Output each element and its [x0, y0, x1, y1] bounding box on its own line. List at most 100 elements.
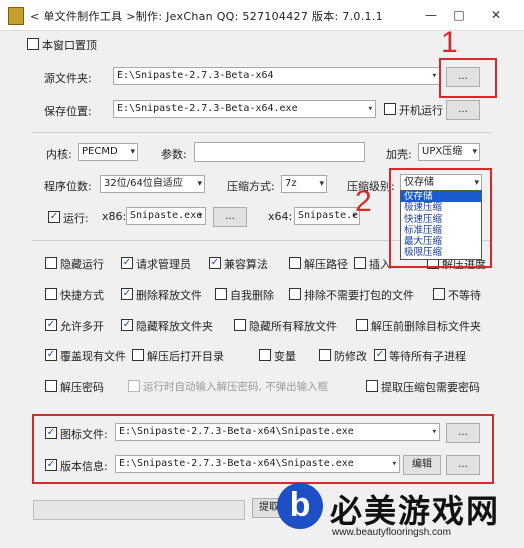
x86-label: x86: [102, 210, 127, 223]
save-value: E:\Snipaste-2.7.3-Beta-x64.exe [117, 103, 298, 114]
option-checkbox-19[interactable]: ✓ [374, 349, 386, 361]
save-browse-button[interactable]: ... [446, 100, 480, 120]
save-label: 保存位置: [44, 105, 92, 118]
kernel-label: 内核: [46, 148, 72, 161]
minimize-button[interactable]: — [420, 6, 442, 24]
option-checkbox-11[interactable]: ✓ [45, 319, 57, 331]
chevron-down-icon: ▾ [197, 211, 203, 221]
x64-label: x64: [268, 210, 293, 223]
option-checkbox-18[interactable] [319, 349, 331, 361]
option-checkbox-21[interactable] [128, 380, 140, 392]
chevron-down-icon: ▾ [472, 147, 477, 157]
option-label-15: 覆盖现有文件 [60, 350, 126, 363]
version-info-edit-button[interactable]: 编辑 [403, 455, 441, 475]
close-button[interactable]: ✕ [485, 6, 507, 24]
annotation-number-1: 1 [441, 26, 458, 59]
option-checkbox-3[interactable] [289, 257, 301, 269]
annotation-box-1 [439, 58, 497, 98]
source-combo[interactable]: E:\Snipaste-2.7.3-Beta-x64 ▾ [113, 67, 440, 85]
option-checkbox-17[interactable] [259, 349, 271, 361]
option-label-10: 不等待 [448, 289, 481, 302]
option-label-9: 排除不需要打包的文件 [304, 289, 414, 302]
option-label-0: 隐藏运行 [60, 258, 104, 271]
option-label-1: 请求管理员 [136, 258, 191, 271]
chevron-down-icon: ▾ [319, 179, 324, 189]
progress-bar [33, 500, 245, 520]
compress-method-label: 压缩方式: [227, 180, 275, 193]
option-label-20: 解压密码 [60, 381, 104, 394]
option-checkbox-10[interactable] [433, 288, 445, 300]
icon-file-value: E:\Snipaste-2.7.3-Beta-x64\Snipaste.exe [119, 426, 354, 437]
option-label-16: 解压后打开目录 [147, 350, 224, 363]
version-info-label: 版本信息: [60, 460, 108, 473]
icon-file-label: 图标文件: [60, 428, 108, 441]
version-info-value: E:\Snipaste-2.7.3-Beta-x64\Snipaste.exe [119, 458, 354, 469]
x86-combo[interactable]: Snipaste.exe ▾ [126, 207, 206, 225]
icon-file-checkbox[interactable]: ✓ [45, 427, 57, 439]
chevron-down-icon: ▾ [367, 104, 373, 114]
bits-value: 32位/64位自适应 [104, 178, 183, 189]
x64-combo[interactable]: Snipaste.exe ▾ [294, 207, 360, 225]
version-info-browse-button[interactable]: ... [446, 455, 480, 475]
kernel-combo[interactable]: PECMD ▾ [78, 143, 138, 161]
option-label-4: 插入 [369, 258, 391, 271]
option-label-11: 允许多开 [60, 320, 104, 333]
startup-checkbox[interactable] [384, 103, 396, 115]
chevron-down-icon: ▾ [431, 427, 437, 437]
option-checkbox-8[interactable] [215, 288, 227, 300]
option-label-14: 解压前删除目标文件夹 [371, 320, 481, 333]
window-title: < 单文件制作工具 >制作: JexChan QQ: 527104427 版本:… [30, 10, 383, 23]
option-checkbox-1[interactable]: ✓ [121, 257, 133, 269]
source-label: 源文件夹: [44, 72, 92, 85]
startup-label: 开机运行 [399, 104, 443, 117]
topmost-label: 本窗口置顶 [42, 39, 97, 52]
option-label-3: 解压路径 [304, 258, 348, 271]
option-checkbox-22[interactable] [366, 380, 378, 392]
option-label-17: 变量 [274, 350, 296, 363]
run-label: 运行: [63, 212, 89, 225]
option-checkbox-6[interactable] [45, 288, 57, 300]
shell-value: UPX压缩 [422, 146, 463, 157]
compress-method-combo[interactable]: 7z ▾ [281, 175, 327, 193]
option-checkbox-0[interactable] [45, 257, 57, 269]
bits-combo[interactable]: 32位/64位自适应 ▾ [100, 175, 205, 193]
icon-file-browse-button[interactable]: ... [446, 423, 480, 443]
option-label-12: 隐藏释放文件夹 [136, 320, 213, 333]
watermark-logo: b [277, 483, 323, 529]
topmost-checkbox[interactable] [27, 38, 39, 50]
option-label-8: 自我删除 [230, 289, 274, 302]
option-checkbox-2[interactable]: ✓ [209, 257, 221, 269]
version-info-combo[interactable]: E:\Snipaste-2.7.3-Beta-x64\Snipaste.exe … [115, 455, 400, 473]
option-checkbox-15[interactable]: ✓ [45, 349, 57, 361]
divider [32, 132, 492, 133]
chevron-down-icon: ▾ [391, 459, 397, 469]
x86-browse-button[interactable]: ... [213, 207, 247, 227]
maximize-button[interactable]: □ [448, 6, 470, 24]
option-checkbox-9[interactable] [289, 288, 301, 300]
option-label-19: 等待所有子进程 [389, 350, 466, 363]
annotation-number-2: 2 [355, 185, 372, 218]
chevron-down-icon: ▾ [431, 71, 437, 81]
x86-value: Snipaste.exe [130, 210, 203, 221]
save-combo[interactable]: E:\Snipaste-2.7.3-Beta-x64.exe ▾ [113, 100, 376, 118]
option-checkbox-4[interactable] [354, 257, 366, 269]
option-label-7: 删除释放文件 [136, 289, 202, 302]
option-checkbox-7[interactable]: ✓ [121, 288, 133, 300]
source-value: E:\Snipaste-2.7.3-Beta-x64 [117, 70, 274, 81]
option-checkbox-20[interactable] [45, 380, 57, 392]
app-icon [8, 7, 24, 25]
option-checkbox-16[interactable] [132, 349, 144, 361]
shell-combo[interactable]: UPX压缩 ▾ [418, 143, 480, 161]
option-checkbox-12[interactable]: ✓ [121, 319, 133, 331]
version-info-checkbox[interactable]: ✓ [45, 459, 57, 471]
compress-method-value: 7z [285, 178, 297, 189]
run-checkbox[interactable]: ✓ [48, 211, 60, 223]
option-label-2: 兼容算法 [224, 258, 268, 271]
option-checkbox-14[interactable] [356, 319, 368, 331]
kernel-value: PECMD [82, 146, 118, 157]
annotation-box-2 [389, 168, 492, 268]
params-input[interactable] [194, 142, 365, 162]
icon-file-combo[interactable]: E:\Snipaste-2.7.3-Beta-x64\Snipaste.exe … [115, 423, 440, 441]
option-checkbox-13[interactable] [234, 319, 246, 331]
option-label-22: 提取压缩包需要密码 [381, 381, 480, 394]
